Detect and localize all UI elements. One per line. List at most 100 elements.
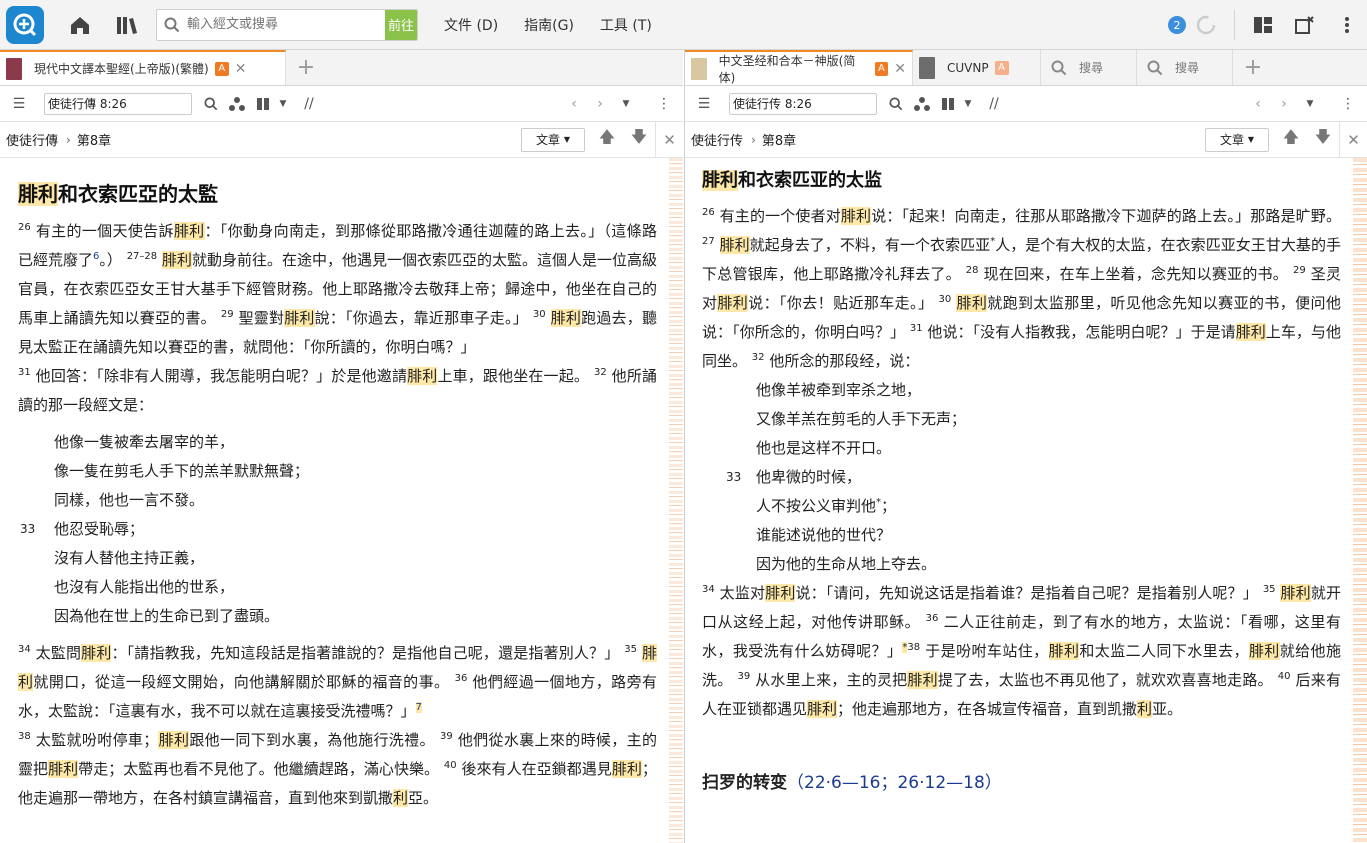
cross-reference-link[interactable]: （22·6—16；26·12—18） (787, 773, 1002, 793)
verse-number[interactable]: 34 (702, 584, 715, 595)
crumb-tools: 文章 ▼ 🡅 🡇 ✕ (1205, 121, 1367, 158)
poetry-block: 他像羊被牵到宰杀之地， 又像羊羔在剪毛的人手下无声； 他也是这样不开口。 33 他… (702, 376, 1351, 579)
add-tab-button[interactable]: + (1233, 50, 1273, 85)
link-panel-icon[interactable]: // (296, 91, 322, 117)
layout-icon[interactable] (1243, 0, 1283, 50)
verse-number[interactable]: 31 (910, 323, 923, 334)
bible-text: 腓利和衣索匹亚的太监 26 有主的一个使者对腓利说：「起来！向南走，往那从耶路撒… (685, 158, 1351, 843)
history-dropdown-icon[interactable]: ▼ (1297, 91, 1323, 117)
hamburger-icon[interactable]: ☰ (6, 91, 32, 117)
text-type-dropdown[interactable]: 文章 ▼ (1205, 127, 1269, 152)
columns-icon[interactable] (935, 91, 961, 117)
verse-number[interactable]: 29 (1293, 265, 1306, 276)
verse-number[interactable]: 39 (440, 731, 453, 742)
crumb-chapter[interactable]: 第8章 (77, 130, 111, 149)
next-section-icon[interactable]: 🡇 (623, 126, 655, 153)
chevron-down-icon[interactable]: ▼ (276, 91, 290, 117)
go-button[interactable]: 前往 (385, 9, 417, 40)
verse-number[interactable]: 35 (1263, 584, 1276, 595)
verse-number[interactable]: 29 (221, 309, 234, 320)
history-dropdown-icon[interactable]: ▼ (613, 91, 639, 117)
verse-number[interactable]: 38 (18, 731, 31, 742)
verse-text: ； (881, 497, 897, 515)
chevron-down-icon[interactable]: ▼ (961, 91, 975, 117)
name-highlight: 腓利 (611, 760, 642, 778)
prev-section-icon[interactable]: 🡅 (591, 126, 623, 153)
close-panels-icon[interactable] (1283, 0, 1327, 50)
scrollbar-minimap[interactable] (669, 158, 683, 843)
prev-section-icon[interactable]: 🡅 (1275, 126, 1307, 153)
poetry-line: 谁能述说他的世代？ (702, 521, 1351, 550)
crumb-book[interactable]: 使徒行传 (691, 130, 743, 149)
notification-badge[interactable]: 2 (1168, 16, 1186, 34)
verse-number[interactable]: 26 (702, 207, 715, 218)
panel-menu-icon[interactable]: ⋮ (651, 91, 677, 117)
verse-number[interactable]: 33 (20, 515, 35, 544)
library-icon[interactable] (104, 0, 152, 50)
verse-number[interactable]: 27–28 (127, 251, 157, 262)
verse-number[interactable]: 33 (726, 463, 741, 492)
search-box[interactable]: 前往 (156, 8, 418, 41)
menu-guide[interactable]: 指南(G) (524, 15, 574, 35)
verse-number[interactable]: 36 (926, 613, 939, 624)
home-icon[interactable] (56, 0, 104, 50)
verse-number[interactable]: 34 (18, 644, 31, 655)
app-logo-icon[interactable] (6, 5, 44, 44)
tab-search-1[interactable]: 搜尋 (1041, 50, 1137, 85)
verse-text: 因为他的生命从地上夺去。 (756, 555, 937, 573)
reference-input[interactable]: 使徒行传 8:26 (729, 92, 877, 115)
search-input[interactable] (187, 9, 385, 40)
verse-number[interactable]: 27 (702, 236, 715, 247)
next-section-icon[interactable]: 🡇 (1307, 126, 1339, 153)
back-icon[interactable]: ‹ (561, 91, 587, 117)
tab-tcv[interactable]: 現代中文譯本聖經(上帝版)(繁體) A ✕ (0, 50, 286, 85)
close-icon[interactable]: ✕ (1339, 121, 1367, 158)
verse-number[interactable]: 30 (533, 309, 546, 320)
verse-number[interactable]: 36 (455, 673, 468, 684)
verse-number[interactable]: 40 (444, 760, 457, 771)
verse-number[interactable]: 40 (1278, 671, 1291, 682)
menu-tools[interactable]: 工具 (T) (600, 15, 652, 35)
verse-number[interactable]: 26 (18, 222, 31, 233)
verse-number[interactable]: 35 (624, 644, 637, 655)
panel-menu-icon[interactable]: ⋮ (1335, 91, 1361, 117)
verse-number[interactable]: 28 (966, 265, 979, 276)
verse-number[interactable]: 30 (939, 294, 952, 305)
add-tab-button[interactable]: + (286, 50, 326, 85)
forward-icon[interactable]: › (587, 91, 613, 117)
parallel-icon[interactable] (909, 91, 935, 117)
verse-number[interactable]: 38 (907, 642, 920, 653)
back-icon[interactable]: ‹ (1245, 91, 1271, 117)
hamburger-icon[interactable]: ☰ (691, 91, 717, 117)
verse-number[interactable]: 31 (18, 367, 31, 378)
crumb-chapter[interactable]: 第8章 (762, 130, 796, 149)
verse-number[interactable]: 32 (594, 367, 607, 378)
search-icon[interactable] (198, 91, 224, 117)
poetry-line: 同樣，他也一言不發。 (18, 486, 667, 515)
close-icon[interactable]: ✕ (894, 61, 906, 77)
tab-search-2[interactable]: 搜尋 (1137, 50, 1233, 85)
section-heading: 腓利和衣索匹亚的太监 (702, 166, 1351, 192)
tab-cuv-shen[interactable]: 中文圣经和合本－神版(简体) A ✕ (685, 50, 913, 85)
verse-number[interactable]: 39 (737, 671, 750, 682)
parallel-icon[interactable] (224, 91, 250, 117)
more-menu-icon[interactable] (1327, 0, 1367, 50)
tab-cuvnp[interactable]: CUVNP A (913, 50, 1041, 85)
reference-input[interactable]: 使徒行傳 8:26 (44, 92, 192, 115)
forward-icon[interactable]: › (1271, 91, 1297, 117)
search-icon[interactable] (883, 91, 909, 117)
text-type-dropdown[interactable]: 文章 ▼ (521, 127, 585, 152)
menu-file[interactable]: 文件 (D) (444, 15, 498, 35)
link-panel-icon[interactable]: // (981, 91, 1007, 117)
footnote-marker[interactable]: 7 (415, 702, 422, 713)
columns-icon[interactable] (250, 91, 276, 117)
sync-icon[interactable] (1186, 0, 1226, 50)
close-icon[interactable]: ✕ (235, 61, 247, 77)
scrollbar-minimap[interactable] (1353, 158, 1367, 843)
right-tabbar: 中文圣经和合本－神版(简体) A ✕ CUVNP A 搜尋 搜尋 + (685, 50, 1367, 86)
verse-text: 提了去，太监也不再见他了，就欢欢喜喜地走路。 (937, 671, 1273, 689)
close-icon[interactable]: ✕ (655, 121, 683, 158)
crumb-book[interactable]: 使徒行傳 (6, 130, 58, 149)
verse-number[interactable]: 32 (752, 352, 765, 363)
